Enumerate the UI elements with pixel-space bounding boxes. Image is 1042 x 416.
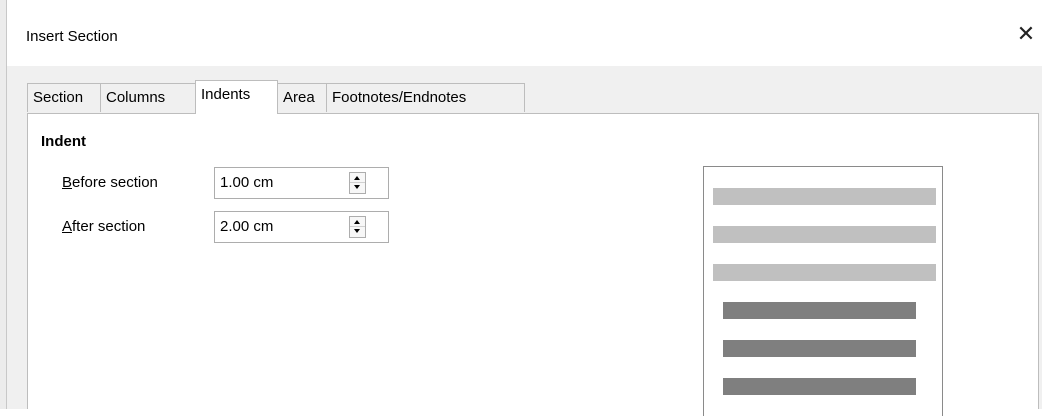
indents-tab-panel: Indent Before section 1.00 cm After sect… xyxy=(27,113,1039,416)
tab-label: Area xyxy=(283,89,315,106)
preview-text-line xyxy=(713,188,936,205)
spin-up-button[interactable] xyxy=(350,173,365,183)
tab-label: Section xyxy=(33,89,84,106)
tab-label: Columns xyxy=(106,89,166,106)
title-bar: Insert Section ✕ xyxy=(7,0,1042,66)
close-icon[interactable]: ✕ xyxy=(1014,22,1038,46)
indent-preview xyxy=(703,166,943,416)
tab-columns[interactable]: Columns xyxy=(100,83,196,112)
tab-label: Footnotes/Endnotes xyxy=(332,89,467,106)
after-section-value[interactable]: 2.00 cm xyxy=(220,218,273,235)
chevron-down-icon xyxy=(354,185,360,189)
spin-buttons xyxy=(349,216,366,238)
preview-section-line xyxy=(723,378,916,395)
after-section-label: After section xyxy=(62,218,145,235)
chevron-up-icon xyxy=(354,176,360,180)
spin-up-button[interactable] xyxy=(350,217,365,227)
dialog-title: Insert Section xyxy=(26,28,118,45)
before-section-label: Before section xyxy=(62,174,158,191)
tab-area[interactable]: Area xyxy=(277,83,327,112)
after-section-spinbox[interactable]: 2.00 cm xyxy=(214,211,389,243)
preview-text-line xyxy=(713,226,936,243)
preview-section-line xyxy=(723,302,916,319)
tab-section[interactable]: Section xyxy=(27,83,101,112)
before-section-spinbox[interactable]: 1.00 cm xyxy=(214,167,389,199)
indent-heading: Indent xyxy=(41,133,86,150)
spin-down-button[interactable] xyxy=(350,227,365,237)
preview-section-line xyxy=(723,340,916,357)
chevron-down-icon xyxy=(354,229,360,233)
chevron-up-icon xyxy=(354,220,360,224)
tab-indents[interactable]: Indents xyxy=(195,80,278,114)
spin-down-button[interactable] xyxy=(350,183,365,193)
label-text: efore section xyxy=(72,174,158,191)
preview-text-line xyxy=(713,264,936,281)
mnemonic-letter: B xyxy=(62,174,73,191)
tab-label: Indents xyxy=(201,86,251,103)
label-text: fter section xyxy=(72,218,146,235)
spin-buttons xyxy=(349,172,366,194)
mnemonic-letter: A xyxy=(62,218,73,235)
tab-footnotes-endnotes[interactable]: Footnotes/Endnotes xyxy=(326,83,525,112)
before-section-value[interactable]: 1.00 cm xyxy=(220,174,273,191)
insert-section-dialog: Insert Section ✕ Section Columns Indents… xyxy=(7,0,1042,416)
background-window-edge xyxy=(0,0,7,409)
